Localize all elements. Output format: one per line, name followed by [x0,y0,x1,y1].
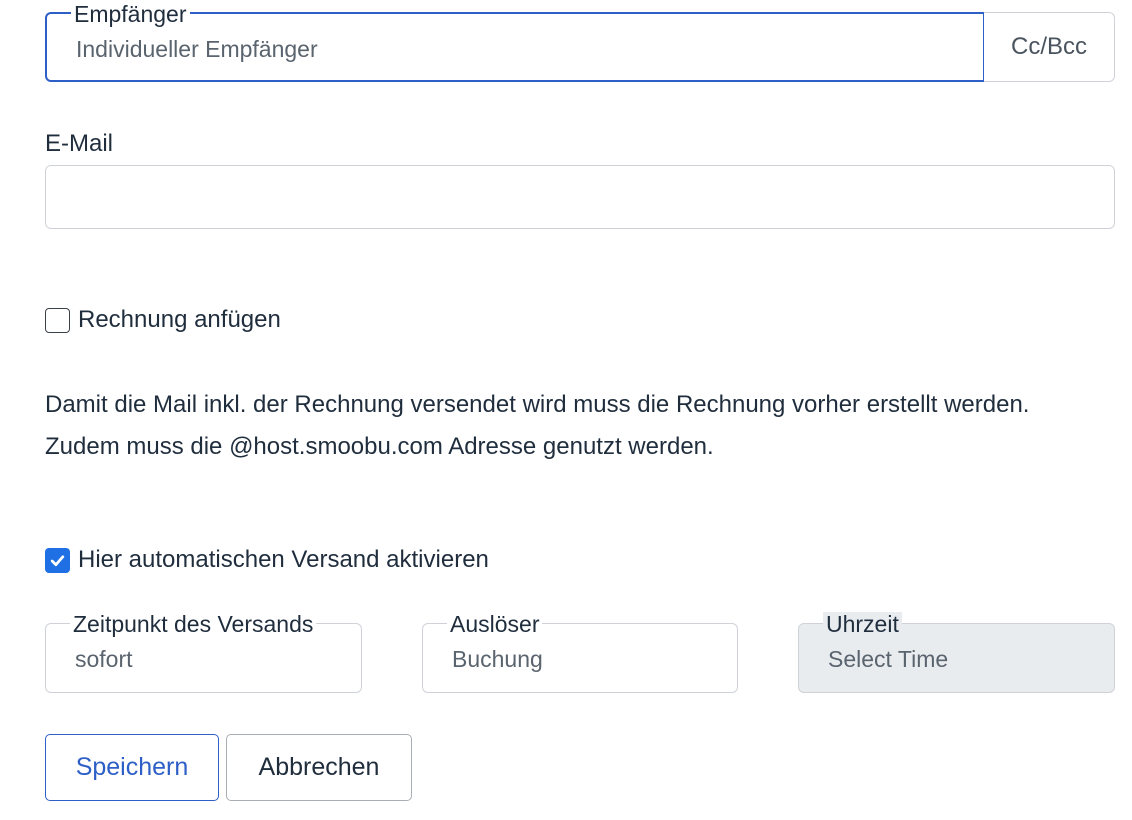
email-template-form: Empfänger Individueller Empfänger Cc/Bcc… [0,0,1132,820]
info-line-1: Damit die Mail inkl. der Rechnung versen… [45,391,1030,418]
send-timing-value: sofort [75,646,133,672]
auto-send-row[interactable]: Hier automatischen Versand aktivieren [45,546,489,574]
trigger-label: Auslöser [447,612,543,636]
email-input[interactable] [45,165,1115,229]
send-timing-select[interactable]: Zeitpunkt des Versands sofort [45,612,362,693]
recipient-label: Empfänger [71,2,190,26]
attach-invoice-label: Rechnung anfügen [78,306,281,333]
trigger-value: Buchung [452,646,543,672]
recipient-value: Individueller Empfänger [76,36,318,62]
save-button[interactable]: Speichern [45,734,219,801]
recipient-select[interactable]: Empfänger Individueller Empfänger [45,2,985,82]
email-label: E-Mail [45,130,114,157]
time-value: Select Time [828,646,949,672]
invoice-info-text: Damit die Mail inkl. der Rechnung versen… [45,384,1105,468]
time-label: Uhrzeit [823,612,902,636]
trigger-select[interactable]: Auslöser Buchung [422,612,738,693]
send-timing-label: Zeitpunkt des Versands [70,612,317,636]
auto-send-label: Hier automatischen Versand aktivieren [78,546,489,573]
attach-invoice-row[interactable]: Rechnung anfügen [45,306,281,334]
auto-send-checkbox[interactable] [45,547,70,573]
info-line-2: Zudem muss die @host.smoobu.com Adresse … [45,433,714,460]
time-select: Uhrzeit Select Time [798,612,1115,693]
checkmark-icon [50,554,65,566]
cc-bcc-button[interactable]: Cc/Bcc [984,12,1115,82]
attach-invoice-checkbox[interactable] [45,307,70,333]
cancel-button[interactable]: Abbrechen [226,734,412,801]
